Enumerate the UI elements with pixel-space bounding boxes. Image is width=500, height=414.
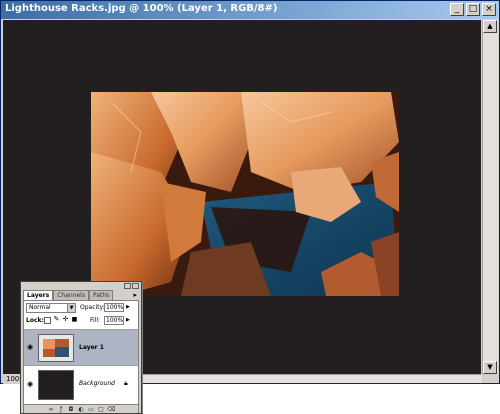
lock-transparency-icon[interactable]	[44, 317, 51, 324]
link-icon[interactable]: ∞	[47, 406, 55, 413]
mask-icon[interactable]: ◘	[67, 406, 75, 413]
new-layer-icon[interactable]: □	[97, 406, 105, 413]
chevron-down-icon: ▼	[67, 304, 75, 312]
window-controls: _ □ ×	[450, 3, 496, 16]
opacity-slider-icon[interactable]: ▶	[126, 304, 130, 310]
layer-thumbnail	[38, 334, 74, 362]
lock-all-icon[interactable]: ■	[71, 317, 78, 324]
palette-title-bar[interactable]	[21, 282, 141, 290]
window-title: Lighthouse Racks.jpg @ 100% (Layer 1, RG…	[5, 3, 278, 14]
lock-icon: 🔒︎	[124, 379, 128, 387]
layer-row-layer-1[interactable]: ◉ Layer 1	[24, 329, 138, 365]
palette-minimize-button[interactable]	[124, 283, 131, 289]
tab-channels[interactable]: Channels	[53, 290, 89, 300]
adjustment-icon[interactable]: ◐	[77, 406, 85, 413]
layer-thumbnail	[38, 370, 74, 400]
palette-tabs: Layers Channels Paths	[23, 290, 114, 300]
close-button[interactable]: ×	[482, 3, 496, 16]
fill-field[interactable]: 100%	[104, 316, 124, 325]
folder-icon[interactable]: ▭	[87, 406, 95, 413]
lock-label: Lock:	[26, 317, 44, 324]
palette-body: Normal ▼ Opacity: 100% ▶ Lock: ✎ ✛ ■ Fil…	[23, 300, 139, 413]
blend-opacity-row: Normal ▼ Opacity: 100% ▶	[26, 303, 138, 313]
vertical-scrollbar[interactable]: ▲ ▼	[482, 20, 498, 374]
palette-controls	[124, 283, 139, 289]
fill-label: Fill:	[90, 317, 101, 324]
trash-icon[interactable]: ⌫	[107, 406, 115, 413]
opacity-field[interactable]: 100%	[104, 303, 124, 312]
title-bar[interactable]: Lighthouse Racks.jpg @ 100% (Layer 1, RG…	[1, 1, 499, 19]
blend-mode-value: Normal	[29, 304, 51, 311]
fill-slider-icon[interactable]: ▶	[126, 317, 130, 323]
layer-thumbnail-image	[39, 335, 73, 361]
lock-fill-row: Lock: ✎ ✛ ■ Fill: 100% ▶	[26, 316, 138, 326]
minimize-button[interactable]: _	[450, 3, 464, 16]
lock-position-icon[interactable]: ✛	[62, 316, 69, 324]
palette-menu-icon[interactable]: ▸	[133, 291, 137, 299]
maximize-button[interactable]: □	[466, 3, 480, 16]
scroll-down-button[interactable]: ▼	[483, 361, 497, 374]
lock-image-icon[interactable]: ✎	[53, 316, 60, 324]
horizontal-scrollbar[interactable]	[141, 374, 482, 383]
palette-footer: ∞ ƒ ◘ ◐ ▭ □ ⌫	[24, 404, 138, 413]
scroll-up-button[interactable]: ▲	[483, 20, 497, 33]
photo-image	[91, 92, 399, 296]
layer-name[interactable]: Background	[79, 380, 115, 387]
tab-paths[interactable]: Paths	[88, 290, 114, 300]
layer-name[interactable]: Layer 1	[79, 344, 104, 351]
eye-icon[interactable]: ◉	[26, 380, 34, 388]
opacity-label: Opacity:	[80, 304, 105, 311]
eye-icon[interactable]: ◉	[26, 343, 34, 351]
tab-layers[interactable]: Layers	[23, 290, 54, 300]
blend-mode-select[interactable]: Normal ▼	[26, 303, 76, 313]
layer-row-background[interactable]: ◉ Background 🔒︎	[24, 365, 138, 403]
layers-palette: Layers Channels Paths ▸ Normal ▼ Opacity…	[20, 281, 142, 414]
palette-close-button[interactable]	[132, 283, 139, 289]
layer-style-icon[interactable]: ƒ	[57, 406, 65, 413]
